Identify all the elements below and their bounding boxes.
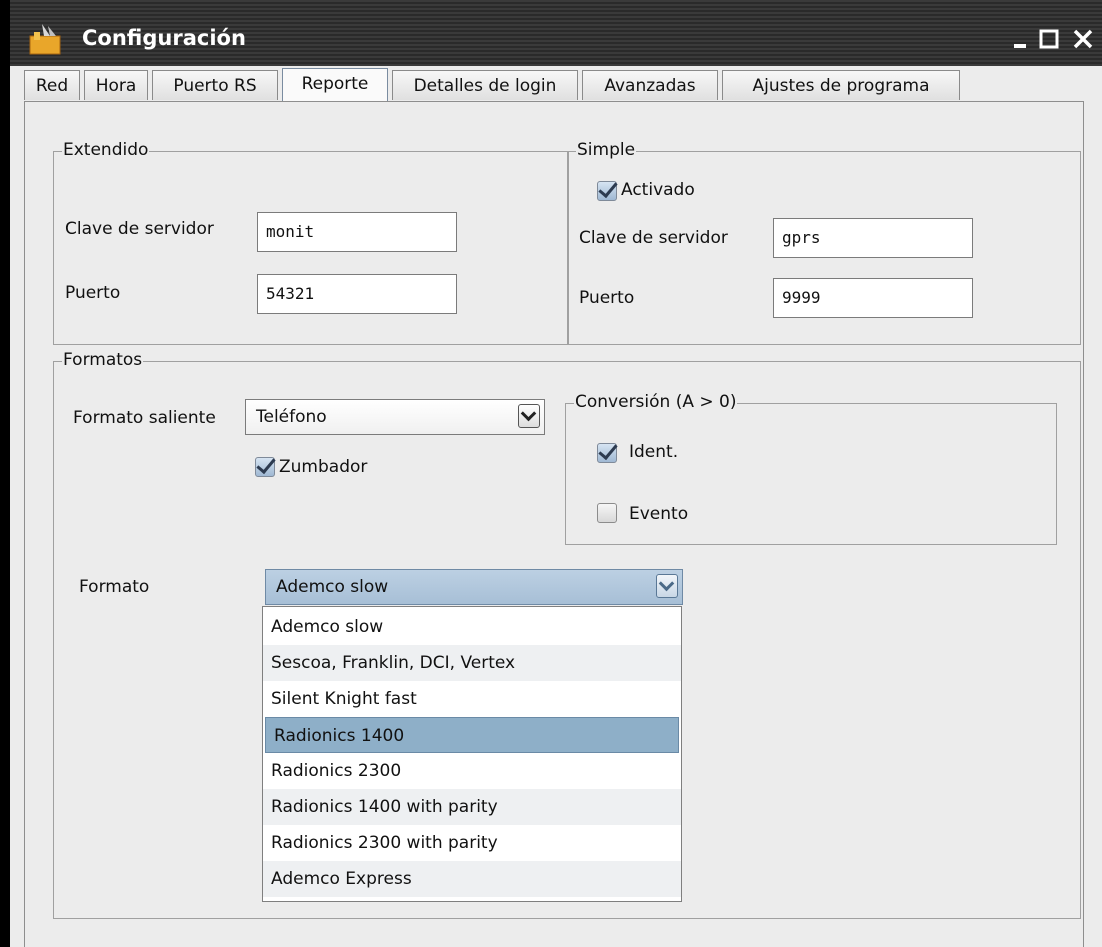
extendido-server-key-label: Clave de servidor — [65, 219, 214, 239]
buzzer-label: Zumbador — [279, 457, 368, 477]
format-select[interactable]: Ademco slow — [265, 569, 683, 605]
format-dropdown-list: Ademco slow Sescoa, Franklin, DCI, Verte… — [262, 606, 682, 902]
outgoing-format-value: Teléfono — [256, 407, 327, 427]
extendido-server-key-input[interactable]: monit — [257, 212, 457, 252]
tab-ajustes-de-programa[interactable]: Ajustes de programa — [722, 70, 960, 100]
tab-puerto-rs[interactable]: Puerto RS — [152, 70, 278, 100]
formatos-legend: Formatos — [62, 350, 144, 370]
config-window: Configuración Red Hora Puerto RS Reporte… — [10, 0, 1102, 947]
tab-avanzadas[interactable]: Avanzadas — [582, 70, 718, 100]
chevron-down-icon[interactable] — [656, 574, 678, 598]
tab-reporte[interactable]: Reporte — [282, 68, 388, 102]
format-option[interactable]: Ademco Express — [263, 861, 681, 897]
extendido-port-label: Puerto — [65, 283, 121, 303]
ident-label: Ident. — [629, 442, 679, 462]
simple-server-key-label: Clave de servidor — [579, 228, 728, 248]
window-title: Configuración — [82, 26, 246, 50]
conversion-legend: Conversión (A > 0) — [574, 392, 738, 412]
simple-enabled-label: Activado — [621, 180, 695, 200]
tab-red[interactable]: Red — [24, 70, 80, 100]
format-option[interactable]: Radionics 2300 with parity — [263, 825, 681, 861]
title-bar[interactable]: Configuración — [10, 0, 1102, 66]
simple-port-input[interactable]: 9999 — [773, 278, 973, 318]
extendido-legend: Extendido — [62, 140, 150, 160]
format-label: Formato — [79, 577, 150, 597]
simple-port-label: Puerto — [579, 288, 635, 308]
simple-enabled-checkbox[interactable] — [597, 181, 617, 201]
format-option[interactable]: Radionics 1400 with parity — [263, 789, 681, 825]
event-label: Evento — [629, 504, 689, 524]
format-option[interactable]: Silent Knight fast — [263, 681, 681, 717]
tab-detalles-de-login[interactable]: Detalles de login — [392, 70, 578, 100]
simple-legend: Simple — [576, 140, 637, 160]
format-option[interactable]: Sescoa, Franklin, DCI, Vertex — [263, 645, 681, 681]
format-option-highlighted[interactable]: Radionics 1400 — [265, 717, 679, 753]
tab-hora[interactable]: Hora — [84, 70, 148, 100]
chevron-down-icon[interactable] — [518, 404, 540, 428]
format-value: Ademco slow — [276, 577, 389, 597]
simple-server-key-input[interactable]: gprs — [773, 218, 973, 258]
app-icon — [29, 24, 61, 55]
close-icon[interactable] — [1066, 22, 1100, 56]
outgoing-format-label: Formato saliente — [73, 408, 216, 428]
event-checkbox[interactable] — [597, 503, 617, 523]
maximize-icon[interactable] — [1032, 22, 1066, 56]
buzzer-checkbox[interactable] — [255, 457, 275, 477]
ident-checkbox[interactable] — [597, 443, 617, 463]
outgoing-format-select[interactable]: Teléfono — [245, 399, 545, 435]
format-option[interactable]: Ademco slow — [263, 609, 681, 645]
format-option[interactable]: Radionics 2300 — [263, 753, 681, 789]
extendido-port-input[interactable]: 54321 — [257, 274, 457, 314]
